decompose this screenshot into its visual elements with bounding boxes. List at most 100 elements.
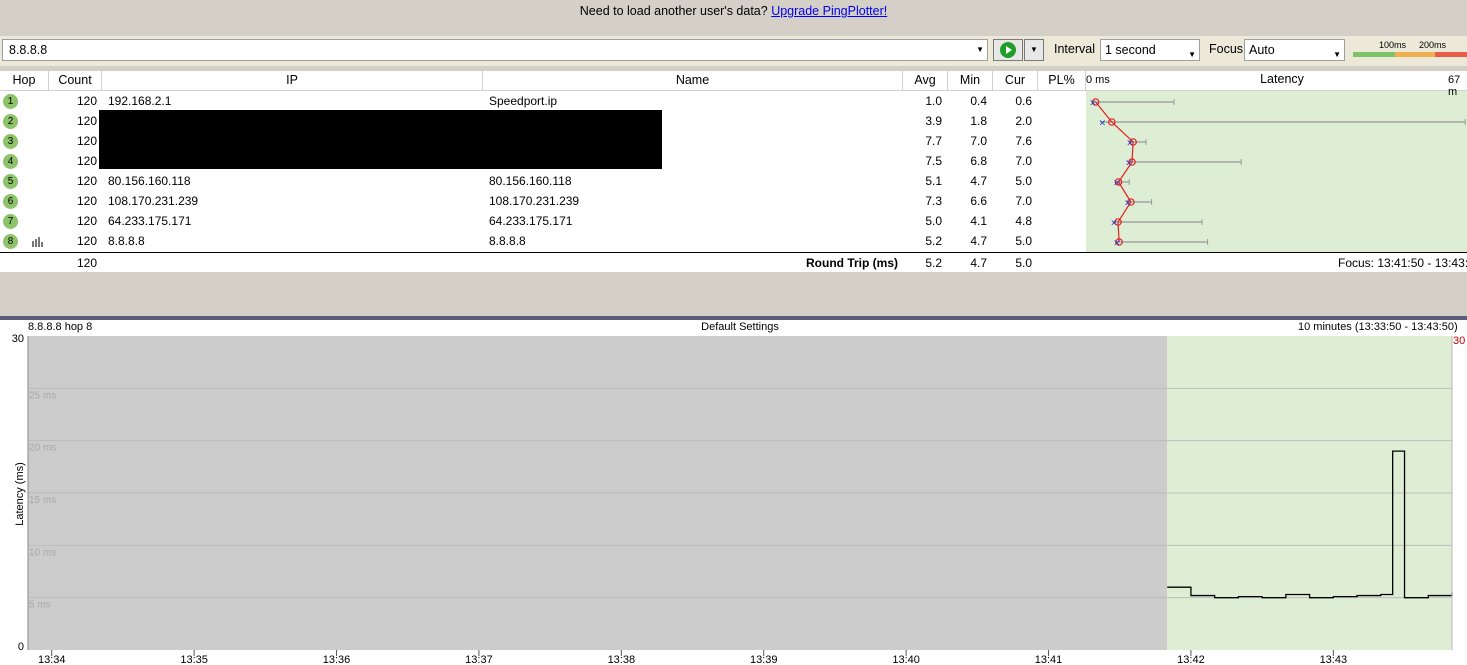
table-row[interactable]: 7 120 64.233.175.171 64.233.175.171 5.0 4.1 4.…	[0, 211, 1086, 231]
graph-header: 8.8.8.8 hop 8 Default Settings 10 minute…	[0, 320, 1467, 334]
hop-cur: 7.0	[1015, 194, 1032, 208]
summary-row: 120 Round Trip (ms) 5.2 4.7 5.0 Focus: 1…	[0, 252, 1467, 272]
col-latency[interactable]: Latency	[1086, 72, 1467, 86]
hop-min: 6.6	[970, 194, 987, 208]
trace-table: Hop Count IP Name Avg Min Cur PL% 1 120 19…	[0, 71, 1086, 252]
hop-ip: 108.170.231.239	[108, 194, 199, 208]
hop-number: 6	[3, 194, 18, 209]
summary-label: Round Trip (ms)	[806, 256, 898, 270]
hop-avg: 1.0	[925, 94, 942, 108]
hop-number: 3	[3, 134, 18, 149]
x-tick-label: 13:42	[1177, 654, 1205, 665]
chevron-down-icon[interactable]: ▼	[976, 45, 984, 54]
focus-value: Auto	[1249, 43, 1275, 57]
hop-avg: 5.2	[925, 234, 942, 248]
hop-count: 120	[76, 234, 97, 248]
y-axis-right-label: 30	[1453, 335, 1465, 347]
latency-color-scale: 100ms 200ms	[1353, 40, 1467, 58]
latency-cur-point: ×	[1125, 159, 1133, 169]
latency-cur-point: ×	[1113, 239, 1121, 249]
col-hop[interactable]: Hop	[0, 71, 49, 91]
timeline-graph[interactable]: 25 ms 20 ms 15 ms 10 ms 5 ms 30 0 30 Latency (ms…	[0, 334, 1467, 665]
table-row[interactable]: 8 120 8.8.8.8 8.8.8.8 5.2 4.7 5.0	[0, 231, 1086, 251]
graph-title-right: 10 minutes (13:33:50 - 13:43:50)	[1298, 321, 1458, 333]
target-combobox[interactable]: ▼	[2, 39, 988, 61]
hop-ip: 8.8.8.8	[108, 234, 145, 248]
table-row[interactable]: 5 120 80.156.160.118 80.156.160.118 5.1 4.7 5.…	[0, 171, 1086, 191]
chevron-down-icon: ▼	[1188, 50, 1196, 59]
col-min[interactable]: Min	[948, 71, 993, 91]
hop-number: 4	[3, 154, 18, 169]
interval-value: 1 second	[1105, 43, 1156, 57]
summary-avg: 5.2	[925, 256, 942, 270]
x-tick-label: 13:39	[750, 654, 778, 665]
col-avg[interactable]: Avg	[903, 71, 948, 91]
latency-cur-point: ×	[1099, 119, 1107, 129]
hop-name: 8.8.8.8	[489, 234, 526, 248]
table-row[interactable]: 6 120 108.170.231.239 108.170.231.239 7.3 6.6…	[0, 191, 1086, 211]
y-axis-bottom-label: 0	[18, 641, 24, 653]
x-tick-label: 13:41	[1035, 654, 1063, 665]
x-tick-label: 13:34	[38, 654, 66, 665]
hop-number: 2	[3, 114, 18, 129]
latency-cur-point: ×	[1089, 99, 1097, 109]
x-tick-label: 13:38	[608, 654, 636, 665]
col-name[interactable]: Name	[483, 71, 903, 91]
focus-select[interactable]: Auto ▼	[1244, 39, 1345, 61]
latency-panel: 0 ms Latency 67 m × × × × × × × ×	[1086, 71, 1467, 252]
grid-label: 20 ms	[29, 443, 56, 454]
scale-200-label: 200ms	[1419, 40, 1447, 50]
hop-count: 120	[76, 214, 97, 228]
hop-name: 108.170.231.239	[489, 194, 580, 208]
hop-cur: 2.0	[1015, 114, 1032, 128]
latency-cur-point: ×	[1124, 199, 1132, 209]
focus-range: Focus: 13:41:50 - 13:43:5	[1338, 256, 1467, 270]
summary-count: 120	[76, 256, 97, 270]
hop-ip: 192.168.2.1	[108, 94, 172, 108]
upgrade-banner: Need to load another user's data? Upgrad…	[0, 0, 1467, 24]
interval-select[interactable]: 1 second ▼	[1100, 39, 1200, 61]
hop-cur: 7.0	[1015, 154, 1032, 168]
upgrade-link[interactable]: Upgrade PingPlotter!	[771, 4, 887, 18]
trace-options-dropdown[interactable]: ▼	[1024, 39, 1044, 61]
hop-min: 6.8	[970, 154, 987, 168]
hop-number: 8	[3, 234, 18, 249]
hop-count: 120	[76, 154, 97, 168]
grid-label: 10 ms	[29, 547, 56, 558]
hop-latency-plot: ××××××××	[1089, 98, 1466, 249]
graph-icon[interactable]	[32, 237, 44, 247]
col-count[interactable]: Count	[49, 71, 102, 91]
hop-cur: 7.6	[1015, 134, 1032, 148]
hop-avg: 7.3	[925, 194, 942, 208]
col-ip[interactable]: IP	[102, 71, 483, 91]
chevron-down-icon: ▼	[1333, 50, 1341, 59]
latency-cur-point: ×	[1113, 179, 1121, 189]
hop-ip: 64.233.175.171	[108, 214, 192, 228]
hop-avg: 7.5	[925, 154, 942, 168]
hop-avg: 7.7	[925, 134, 942, 148]
x-tick-label: 13:35	[180, 654, 208, 665]
hop-avg: 5.0	[925, 214, 942, 228]
hop-avg: 3.9	[925, 114, 942, 128]
hop-min: 4.7	[970, 234, 987, 248]
col-cur[interactable]: Cur	[993, 71, 1038, 91]
target-input[interactable]	[3, 40, 965, 60]
table-row[interactable]: 1 120 192.168.2.1 Speedport.ip 1.0 0.4 0.6	[0, 91, 1086, 111]
hop-ip: 80.156.160.118	[108, 174, 191, 188]
empty-area	[0, 272, 1467, 316]
y-axis-top-label: 30	[12, 334, 24, 345]
x-tick-label: 13:43	[1320, 654, 1348, 665]
hop-number: 5	[3, 174, 18, 189]
latency-cur-point: ×	[1110, 219, 1118, 229]
hop-cur: 4.8	[1015, 214, 1032, 228]
hop-number: 1	[3, 94, 18, 109]
x-tick-label: 13:37	[465, 654, 493, 665]
start-trace-button[interactable]	[993, 39, 1023, 61]
hop-count: 120	[76, 194, 97, 208]
banner-text: Need to load another user's data?	[579, 4, 768, 18]
hop-cur: 5.0	[1015, 174, 1032, 188]
hop-number: 7	[3, 214, 18, 229]
col-pl[interactable]: PL%	[1038, 71, 1086, 91]
grid-label: 25 ms	[29, 390, 56, 401]
hop-name: 80.156.160.118	[489, 174, 572, 188]
